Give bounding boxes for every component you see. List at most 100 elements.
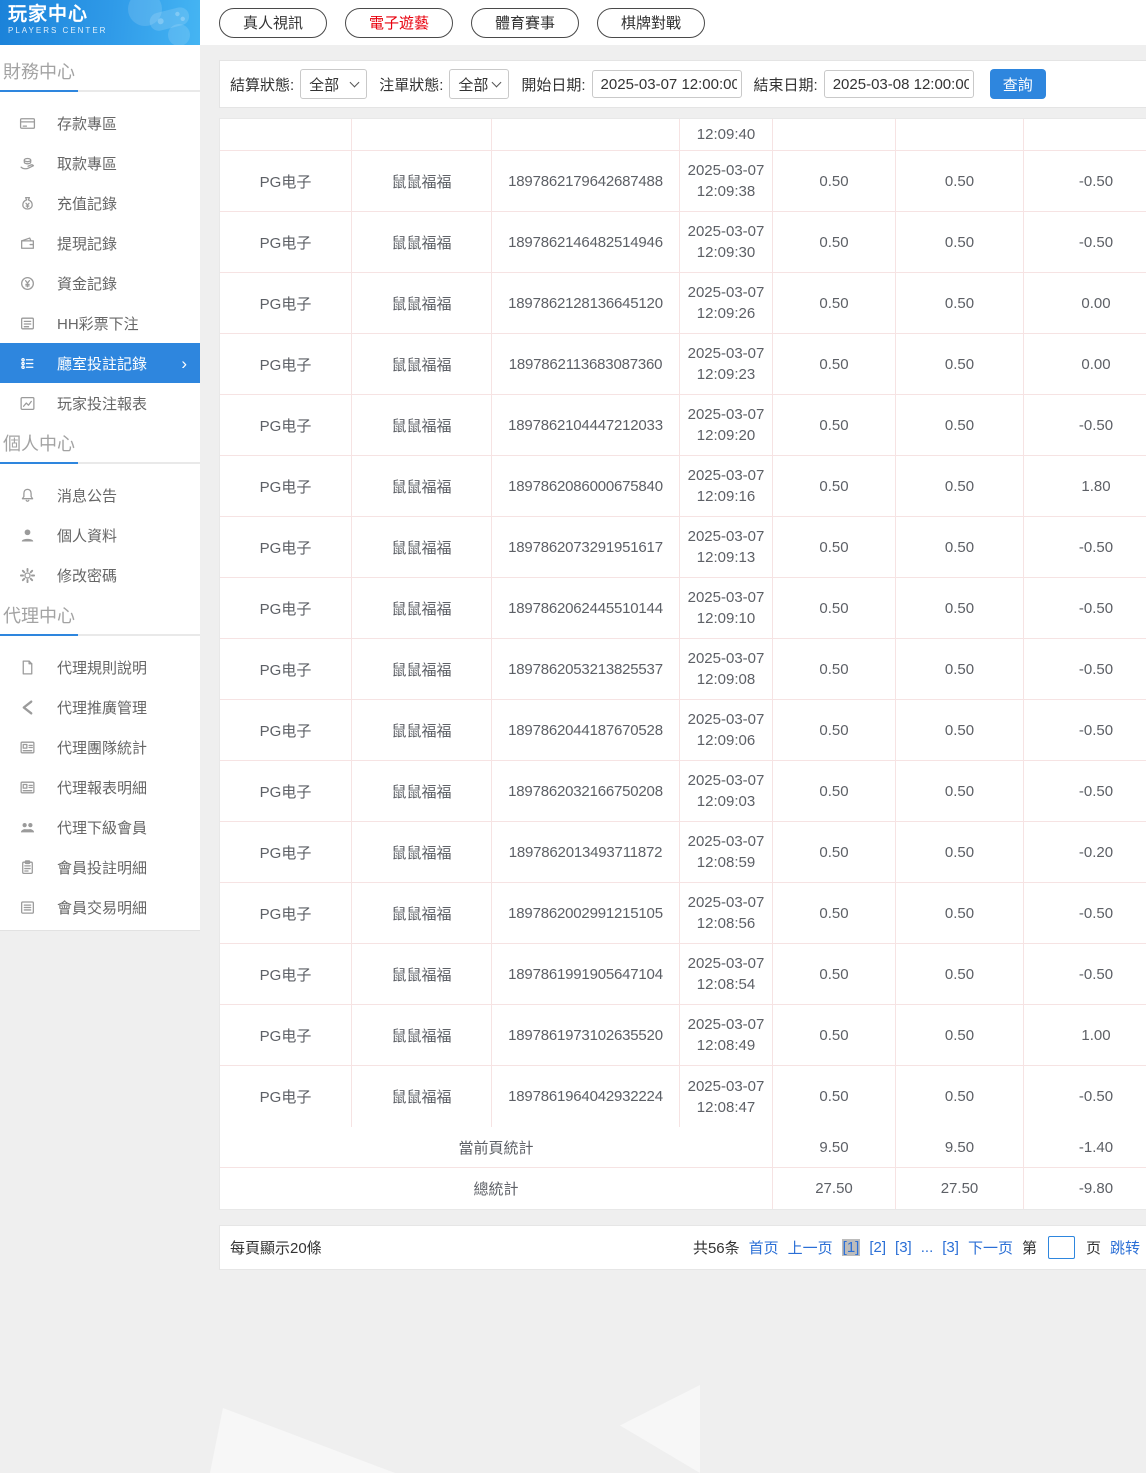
cell-bet-amount: 0.50 — [773, 883, 896, 943]
cell-game-name: 鼠鼠福福 — [352, 822, 492, 882]
cell-platform: PG电子 — [220, 883, 352, 943]
page-link-[1][interactable]: [1] — [842, 1239, 861, 1256]
sidebar-section-0: 財務中心 存款專區 取款專區 充值記錄 提現記錄 資金記錄 HH彩票下注 廳室投… — [0, 61, 200, 425]
sidebar-item-label: 代理推廣管理 — [57, 697, 147, 718]
sidebar-item-label: 玩家投注報表 — [57, 393, 147, 414]
page-link-...[interactable]: ... — [921, 1239, 934, 1256]
cell-win-loss: -0.50 — [1024, 944, 1146, 1004]
bet-records-icon — [19, 355, 36, 372]
cell-bet-amount: 0.50 — [773, 456, 896, 516]
page-links: 首页上一页 [1] [2] [3]... [3] 下一页 — [749, 1237, 1013, 1258]
sidebar-item-會員投註明細[interactable]: 會員投註明細 — [0, 847, 200, 887]
sidebar-item-代理規則說明[interactable]: 代理規則說明 — [0, 647, 200, 687]
cell-order-id: 1897862179642687488 — [492, 151, 680, 211]
table-row: PG电子 鼠鼠福福 1897861991905647104 2025-03-07… — [220, 944, 1146, 1005]
sidebar-item-消息公告[interactable]: 消息公告 — [0, 475, 200, 515]
cell-win-loss: -0.50 — [1024, 517, 1146, 577]
page-link-[3][interactable]: [3] — [895, 1239, 912, 1256]
cell-win-loss: -0.50 — [1024, 883, 1146, 943]
person-icon — [19, 527, 36, 544]
cell-valid-bet: 0.50 — [896, 395, 1024, 455]
sidebar-item-label: 消息公告 — [57, 485, 117, 506]
sidebar-section-title: 財務中心 — [3, 61, 200, 83]
tab-電子遊藝[interactable]: 電子遊藝 — [345, 8, 453, 38]
settle-status-select[interactable]: 全部 — [300, 69, 367, 99]
page-link-下一页[interactable]: 下一页 — [968, 1237, 1013, 1258]
table-row: PG电子 鼠鼠福福 1897862053213825537 2025-03-07… — [220, 639, 1146, 700]
cell-game-name: 鼠鼠福福 — [352, 883, 492, 943]
category-tab-bar: 真人視訊 電子遊藝 體育賽事 棋牌對戰 — [200, 0, 1146, 45]
tab-體育賽事[interactable]: 體育賽事 — [471, 8, 579, 38]
page-size-text: 每頁顯示20條 — [230, 1237, 322, 1258]
sidebar-item-label: 會員投註明細 — [57, 857, 147, 878]
lottery-list-icon — [19, 315, 36, 332]
cell-valid-bet: 0.50 — [896, 334, 1024, 394]
page-link-[3][interactable]: [3] — [942, 1239, 959, 1256]
sidebar-item-HH彩票下注[interactable]: HH彩票下注 — [0, 303, 200, 343]
search-button[interactable]: 查詢 — [990, 69, 1046, 99]
cell-bet-amount: 0.50 — [773, 822, 896, 882]
chevron-down-icon — [492, 78, 502, 88]
sidebar-item-廳室投註記錄[interactable]: 廳室投註記錄 › — [0, 343, 200, 383]
tab-真人視訊[interactable]: 真人視訊 — [219, 8, 327, 38]
cell-platform: PG电子 — [220, 456, 352, 516]
sidebar-item-label: 存款專區 — [57, 113, 117, 134]
cell-valid-bet: 0.50 — [896, 883, 1024, 943]
page-link-首页[interactable]: 首页 — [749, 1237, 779, 1258]
sidebar-item-玩家投注報表[interactable]: 玩家投注報表 — [0, 383, 200, 423]
page-link-[2][interactable]: [2] — [869, 1239, 886, 1256]
total-summary-bet: 27.50 — [773, 1168, 896, 1209]
cell-datetime: 2025-03-0712:08:54 — [680, 944, 773, 1004]
cell-win-loss: -0.50 — [1024, 639, 1146, 699]
table-row: PG电子 鼠鼠福福 1897862146482514946 2025-03-07… — [220, 212, 1146, 273]
sidebar-item-個人資料[interactable]: 個人資料 — [0, 515, 200, 555]
sidebar-item-代理報表明細[interactable]: 代理報表明細 — [0, 767, 200, 807]
settle-status-value: 全部 — [309, 74, 339, 95]
order-status-select[interactable]: 全部 — [449, 69, 509, 99]
table-row: PG电子 鼠鼠福福 1897862013493711872 2025-03-07… — [220, 822, 1146, 883]
cell-valid-bet: 0.50 — [896, 822, 1024, 882]
total-summary-win-loss: -9.80 — [1024, 1168, 1146, 1209]
sidebar-item-充值記錄[interactable]: 充值記錄 — [0, 183, 200, 223]
id-card-icon — [19, 779, 36, 796]
page-link-上一页[interactable]: 上一页 — [788, 1237, 833, 1258]
sidebar-item-label: 代理團隊統計 — [57, 737, 147, 758]
cell-datetime: 2025-03-0712:09:06 — [680, 700, 773, 760]
tab-棋牌對戰[interactable]: 棋牌對戰 — [597, 8, 705, 38]
sidebar-item-label: 會員交易明細 — [57, 897, 147, 918]
sidebar-item-會員交易明細[interactable]: 會員交易明細 — [0, 887, 200, 927]
jump-button[interactable]: 跳转 — [1110, 1237, 1140, 1258]
sidebar-item-資金記錄[interactable]: 資金記錄 — [0, 263, 200, 303]
cell-bet-amount: 0.50 — [773, 578, 896, 638]
money-bag-icon — [19, 195, 36, 212]
cell-win-loss: 0.00 — [1024, 334, 1146, 394]
sidebar-item-label: 修改密碼 — [57, 565, 117, 586]
sidebar-item-取款專區[interactable]: 取款專區 — [0, 143, 200, 183]
tab-label: 電子遊藝 — [369, 12, 429, 33]
start-date-input[interactable] — [592, 70, 742, 98]
cell-bet-amount: 0.50 — [773, 944, 896, 1004]
cell-platform: PG电子 — [220, 944, 352, 1004]
background-triangle-decor — [210, 1408, 395, 1473]
page-summary-bet: 9.50 — [773, 1127, 896, 1167]
cell-bet-amount: 0.50 — [773, 212, 896, 272]
sidebar-item-修改密碼[interactable]: 修改密碼 — [0, 555, 200, 595]
end-date-input[interactable] — [824, 70, 974, 98]
cell-bet-amount: 0.50 — [773, 761, 896, 821]
jump-page-input[interactable] — [1048, 1236, 1075, 1259]
cell-platform: PG电子 — [220, 639, 352, 699]
sidebar-item-提現記錄[interactable]: 提現記錄 — [0, 223, 200, 263]
sidebar-item-存款專區[interactable]: 存款專區 — [0, 103, 200, 143]
sidebar-item-代理下級會員[interactable]: 代理下級會員 — [0, 807, 200, 847]
cell-valid-bet: 0.50 — [896, 151, 1024, 211]
cell-datetime: 2025-03-0712:09:23 — [680, 334, 773, 394]
report-chart-icon — [19, 395, 36, 412]
sidebar-item-代理推廣管理[interactable]: 代理推廣管理 — [0, 687, 200, 727]
sidebar-item-代理團隊統計[interactable]: 代理團隊統計 — [0, 727, 200, 767]
cell-game-name: 鼠鼠福福 — [352, 456, 492, 516]
cell-game-name: 鼠鼠福福 — [352, 944, 492, 1004]
cell-datetime: 2025-03-0712:09:13 — [680, 517, 773, 577]
tab-label: 棋牌對戰 — [621, 12, 681, 33]
cell-valid-bet: 0.50 — [896, 578, 1024, 638]
cell-order-id: 1897862044187670528 — [492, 700, 680, 760]
